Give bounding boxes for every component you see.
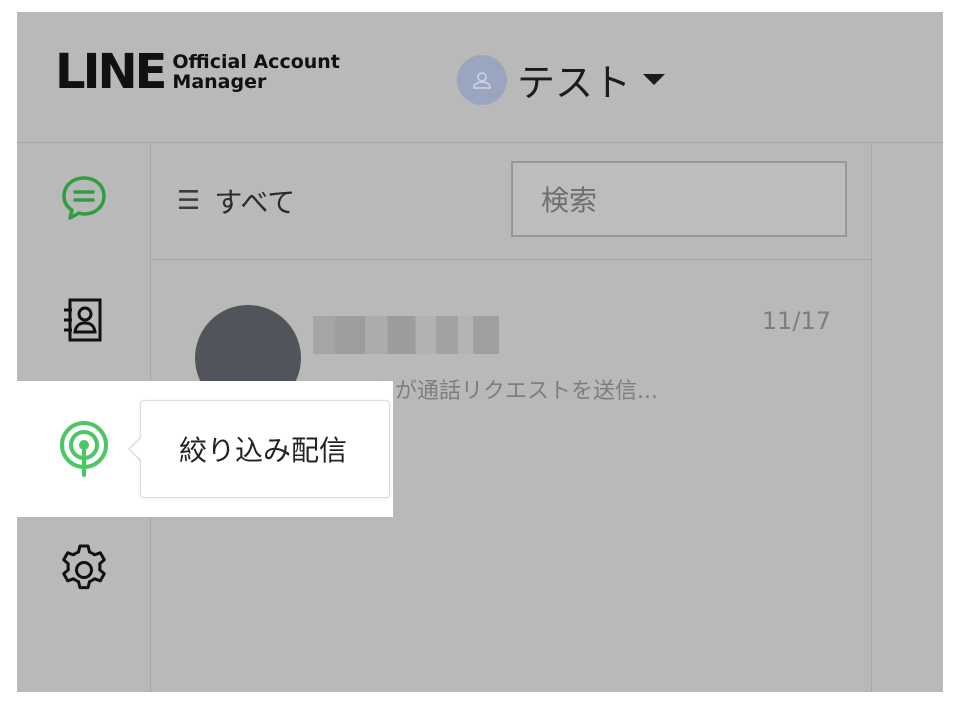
logo-subtitle-line-1: Official Account (172, 51, 340, 73)
sidebar-item-chats[interactable] (17, 143, 150, 253)
chat-detail-panel (872, 143, 943, 692)
account-name: テスト (517, 61, 632, 105)
logo-subtitle-line-2: Manager (172, 71, 267, 93)
chat-date: 11/17 (761, 307, 831, 335)
broadcast-icon (59, 421, 108, 477)
account-switcher[interactable]: テスト (457, 52, 666, 107)
tooltip: 絞り込み配信 (140, 400, 390, 498)
contact-book-icon (63, 298, 101, 342)
sidebar-item-settings[interactable] (17, 515, 150, 625)
filter-dropdown[interactable]: ☰ すべて (177, 181, 295, 221)
caret-down-icon (643, 74, 666, 85)
app-window: LINE Official Account Manager テスト ☰ すべて … (17, 12, 943, 692)
gear-icon (61, 544, 106, 590)
tooltip-text: 絞り込み配信 (179, 434, 348, 467)
search-input[interactable]: 検索 (511, 161, 847, 237)
search-placeholder: 検索 (541, 184, 598, 217)
menu-icon: ☰ (177, 186, 201, 216)
chat-list-toolbar: ☰ すべて 検索 (151, 143, 871, 260)
line-oa-logo[interactable]: LINE Official Account Manager (55, 48, 340, 96)
tooltip-arrow-fill (130, 438, 141, 460)
app-header: LINE Official Account Manager テスト (17, 12, 943, 143)
chat-name-redacted (313, 316, 499, 354)
logo-wordmark: LINE (55, 44, 167, 100)
filter-label: すべて (214, 186, 296, 219)
sidebar-item-contacts[interactable] (17, 265, 150, 375)
chat-bubble-icon (61, 176, 106, 220)
person-icon (457, 54, 507, 105)
logo-subtitle: Official Account Manager (172, 52, 339, 92)
chat-list-item[interactable]: テストが通話リクエストを送信... 11/17 (151, 261, 871, 411)
